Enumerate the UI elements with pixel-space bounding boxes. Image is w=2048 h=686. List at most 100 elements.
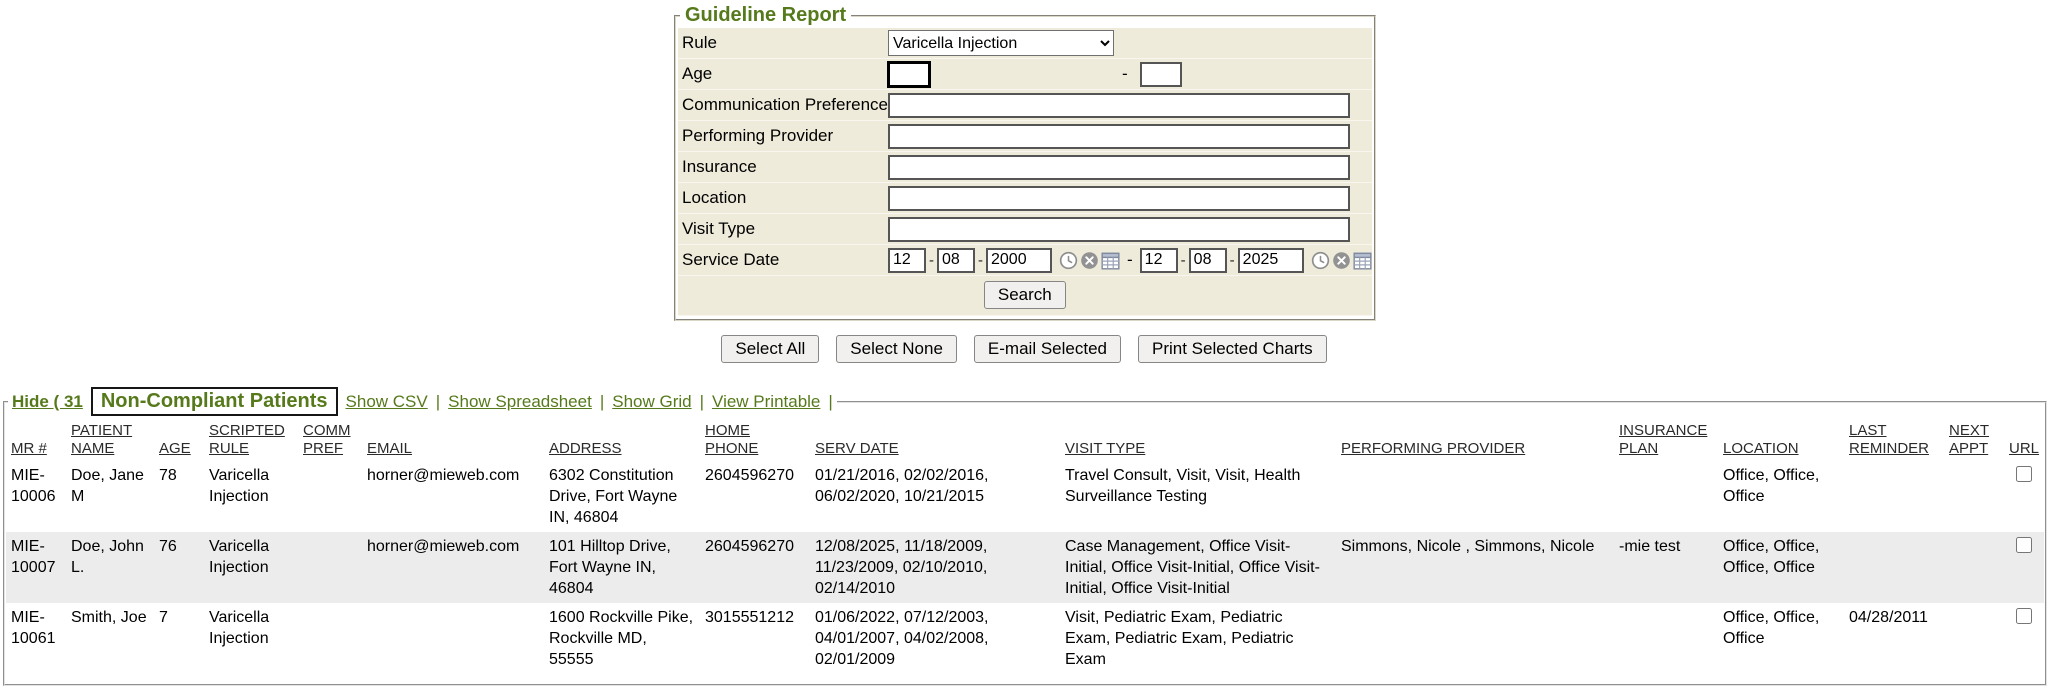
- cell-comm-pref: [298, 532, 362, 603]
- clock-icon[interactable]: [1059, 251, 1078, 270]
- visit-type-input[interactable]: [888, 217, 1350, 242]
- hide-link[interactable]: Hide ( 31: [12, 392, 83, 412]
- date-field-separator: -: [978, 252, 983, 269]
- age-to-input[interactable]: [1140, 62, 1182, 87]
- date-field-separator: -: [929, 252, 934, 269]
- cell-visit-type: Case Management, Office Visit-Initial, O…: [1060, 532, 1336, 603]
- insurance-label: Insurance: [682, 157, 888, 177]
- table-row: MIE-10007 Doe, John L. 76 Varicella Inje…: [6, 532, 2044, 603]
- calendar-icon[interactable]: [1353, 251, 1372, 270]
- performing-provider-label: Performing Provider: [682, 126, 888, 146]
- cell-address: 101 Hilltop Drive, Fort Wayne IN, 46804: [544, 532, 700, 603]
- cell-last-reminder: 04/28/2011: [1844, 603, 1944, 674]
- date-field-separator: -: [1230, 252, 1235, 269]
- cell-location: Office, Office, Office: [1718, 461, 1844, 532]
- show-csv-link[interactable]: Show CSV: [346, 392, 428, 412]
- service-date-range-separator: -: [1127, 250, 1133, 270]
- clear-icon[interactable]: [1080, 251, 1099, 270]
- table-header-row: MR # PATIENT NAME AGE SCRIPTED RULE COMM…: [6, 420, 2044, 461]
- search-button[interactable]: Search: [984, 281, 1066, 309]
- performing-provider-input[interactable]: [888, 124, 1350, 149]
- cell-home-phone: 2604596270: [700, 532, 810, 603]
- service-date-to-day-input[interactable]: [1189, 248, 1227, 273]
- communication-preference-input[interactable]: [888, 93, 1350, 118]
- cell-scripted-rule: Varicella Injection: [204, 603, 298, 674]
- service-date-from-year-input[interactable]: [986, 248, 1052, 273]
- cell-visit-type: Travel Consult, Visit, Visit, Health Sur…: [1060, 461, 1336, 532]
- cell-serv-date: 01/21/2016, 02/02/2016, 06/02/2020, 10/2…: [810, 461, 1060, 532]
- show-spreadsheet-link[interactable]: Show Spreadsheet: [448, 392, 592, 412]
- location-input[interactable]: [888, 186, 1350, 211]
- sort-insurance-plan-header[interactable]: INSURANCE PLAN: [1619, 422, 1707, 457]
- form-row-performing-provider: Performing Provider: [678, 121, 1372, 152]
- cell-mr: MIE-10006: [6, 461, 66, 532]
- sort-home-phone-header[interactable]: HOME PHONE: [705, 422, 758, 457]
- table-row: MIE-10006 Doe, Jane M 78 Varicella Injec…: [6, 461, 2044, 532]
- sort-email-header[interactable]: EMAIL: [367, 440, 412, 457]
- row-select-checkbox[interactable]: [2016, 466, 2032, 482]
- cell-next-appt: [1944, 532, 2004, 603]
- form-row-communication-preference: Communication Preference: [678, 90, 1372, 121]
- select-all-button[interactable]: Select All: [721, 335, 819, 363]
- email-selected-button[interactable]: E-mail Selected: [974, 335, 1121, 363]
- row-select-checkbox[interactable]: [2016, 537, 2032, 553]
- age-label: Age: [682, 64, 888, 84]
- show-grid-link[interactable]: Show Grid: [612, 392, 691, 412]
- sort-next-appt-header[interactable]: NEXT APPT: [1949, 422, 1989, 457]
- form-row-age: Age -: [678, 59, 1372, 90]
- insurance-input[interactable]: [888, 155, 1350, 180]
- service-date-from-day-input[interactable]: [937, 248, 975, 273]
- sort-comm-pref-header[interactable]: COMM PREF: [303, 422, 351, 457]
- sort-serv-date-header[interactable]: SERV DATE: [815, 440, 899, 457]
- location-label: Location: [682, 188, 888, 208]
- select-none-button[interactable]: Select None: [836, 335, 957, 363]
- cell-next-appt: [1944, 461, 2004, 532]
- service-date-to-month-input[interactable]: [1140, 248, 1178, 273]
- age-from-input[interactable]: [888, 62, 930, 87]
- cell-serv-date: 01/06/2022, 07/12/2003, 04/01/2007, 04/0…: [810, 603, 1060, 674]
- sort-last-reminder-header[interactable]: LAST REMINDER: [1849, 422, 1929, 457]
- form-row-location: Location: [678, 183, 1372, 214]
- sort-url-header[interactable]: URL: [2009, 440, 2039, 457]
- service-date-to-year-input[interactable]: [1238, 248, 1304, 273]
- cell-address: 6302 Constitution Drive, Fort Wayne IN, …: [544, 461, 700, 532]
- form-row-insurance: Insurance: [678, 152, 1372, 183]
- print-selected-charts-button[interactable]: Print Selected Charts: [1138, 335, 1327, 363]
- calendar-icon[interactable]: [1101, 251, 1120, 270]
- table-row: MIE-10061 Smith, Joe 7 Varicella Injecti…: [6, 603, 2044, 674]
- view-printable-link[interactable]: View Printable: [712, 392, 820, 412]
- sort-mr-header[interactable]: MR #: [11, 440, 47, 457]
- rule-label: Rule: [682, 33, 888, 53]
- cell-performing-provider: [1336, 461, 1614, 532]
- sort-scripted-rule-header[interactable]: SCRIPTED RULE: [209, 422, 285, 457]
- sort-address-header[interactable]: ADDRESS: [549, 440, 622, 457]
- link-separator: |: [828, 392, 832, 412]
- cell-home-phone: 2604596270: [700, 461, 810, 532]
- form-legend: Guideline Report: [680, 4, 851, 27]
- cell-insurance-plan: [1614, 461, 1718, 532]
- sort-patient-name-header[interactable]: PATIENT NAME: [71, 422, 132, 457]
- cell-patient-name: Doe, John L.: [66, 532, 154, 603]
- cell-address: 1600 Rockville Pike, Rockville MD, 55555: [544, 603, 700, 674]
- clear-icon[interactable]: [1332, 251, 1351, 270]
- cell-age: 76: [154, 532, 204, 603]
- cell-last-reminder: [1844, 461, 1944, 532]
- form-row-visit-type: Visit Type: [678, 214, 1372, 245]
- cell-last-reminder: [1844, 532, 1944, 603]
- sort-location-header[interactable]: LOCATION: [1723, 440, 1799, 457]
- sort-age-header[interactable]: AGE: [159, 440, 191, 457]
- communication-preference-label: Communication Preference: [682, 95, 888, 115]
- service-date-from-month-input[interactable]: [888, 248, 926, 273]
- cell-insurance-plan: -mie test: [1614, 532, 1718, 603]
- report-legend: Hide ( 31 Non-Compliant Patients Show CS…: [8, 387, 837, 416]
- cell-patient-name: Smith, Joe: [66, 603, 154, 674]
- link-separator: |: [700, 392, 704, 412]
- rule-select[interactable]: Varicella Injection: [888, 30, 1114, 56]
- row-select-checkbox[interactable]: [2016, 608, 2032, 624]
- cell-scripted-rule: Varicella Injection: [204, 461, 298, 532]
- service-date-to-icons: [1311, 251, 1372, 270]
- clock-icon[interactable]: [1311, 251, 1330, 270]
- sort-visit-type-header[interactable]: VISIT TYPE: [1065, 440, 1145, 457]
- sort-performing-provider-header[interactable]: PERFORMING PROVIDER: [1341, 440, 1525, 457]
- link-separator: |: [600, 392, 604, 412]
